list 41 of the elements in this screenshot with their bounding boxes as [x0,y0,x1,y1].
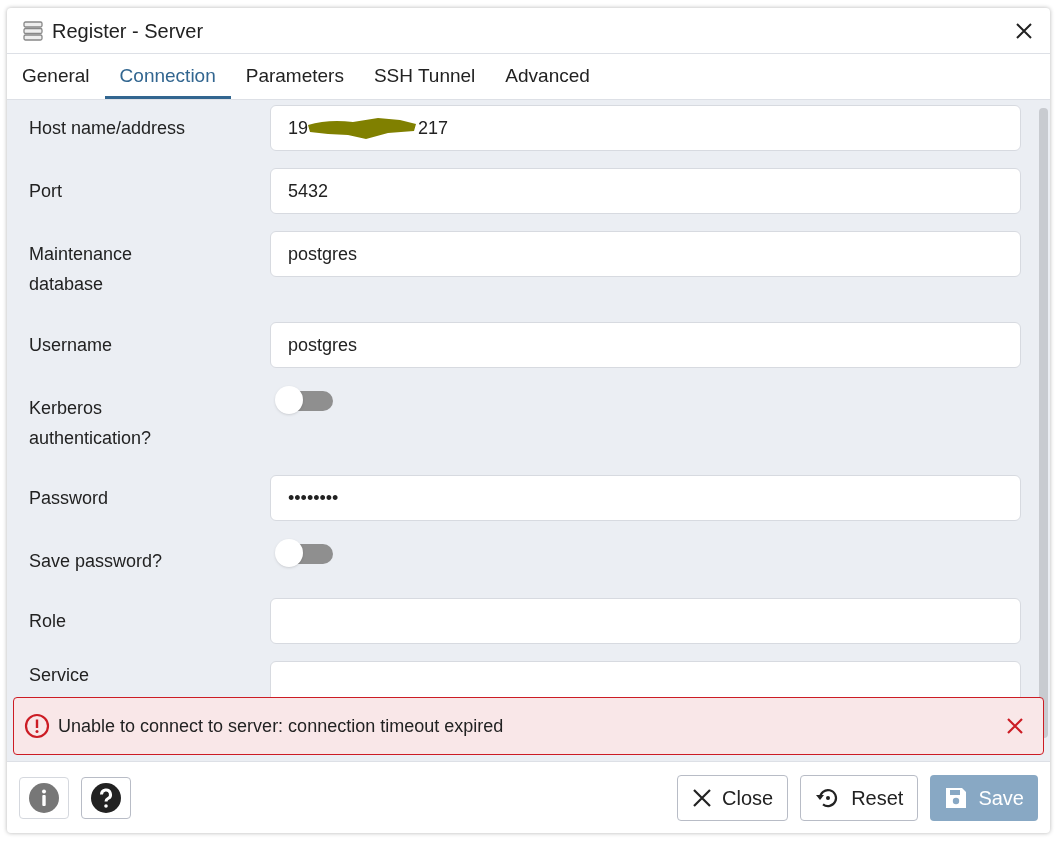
field-label: Port [29,180,63,203]
field-value: postgres [288,333,358,357]
field-value: •••••••• [288,486,339,510]
dialog-button[interactable]: Close [677,774,789,821]
input-field[interactable]: 5432 [270,168,1021,214]
field-label: Service [29,664,91,687]
help-icon [91,782,121,813]
tab[interactable]: General [7,54,105,99]
field-label: Maintenance database [29,243,134,296]
field-value: 217 [418,116,449,140]
field-label: Role [29,610,68,633]
error-icon [24,713,50,739]
field-label: Username [29,334,114,357]
window-title: Register - Server [52,18,204,44]
close-icon[interactable] [1014,20,1034,41]
input-field[interactable]: postgres [270,231,1021,277]
info-icon [29,782,59,813]
field-value: postgres [288,242,358,266]
tab[interactable]: SSH Tunnel [358,54,491,99]
toggle-switch[interactable] [275,385,333,415]
field-label: Kerberos authentication? [29,397,153,450]
field-label: Host name/address [29,117,187,140]
input-field[interactable]: 19 217 [270,105,1021,151]
toggle-switch[interactable] [275,538,333,568]
field-value: 19 [288,116,309,140]
server-icon [23,20,43,41]
field-label: Password [29,487,110,510]
error-message: Unable to connect to server: connection timeout expired [58,714,504,738]
password-field[interactable]: •••••••• [270,475,1021,521]
help-button[interactable] [81,776,131,819]
field-value: 5432 [288,179,329,203]
tab[interactable]: Parameters [230,54,359,99]
input-field[interactable] [270,598,1021,644]
close-icon [692,787,712,808]
field-label: Save password? [29,550,164,573]
info-button[interactable] [19,776,69,819]
save-icon [944,785,969,810]
dialog-button[interactable]: Reset [800,774,919,821]
scrollbar[interactable] [1039,108,1048,738]
input-field[interactable]: postgres [270,322,1021,368]
tab[interactable]: Advanced [490,54,605,99]
